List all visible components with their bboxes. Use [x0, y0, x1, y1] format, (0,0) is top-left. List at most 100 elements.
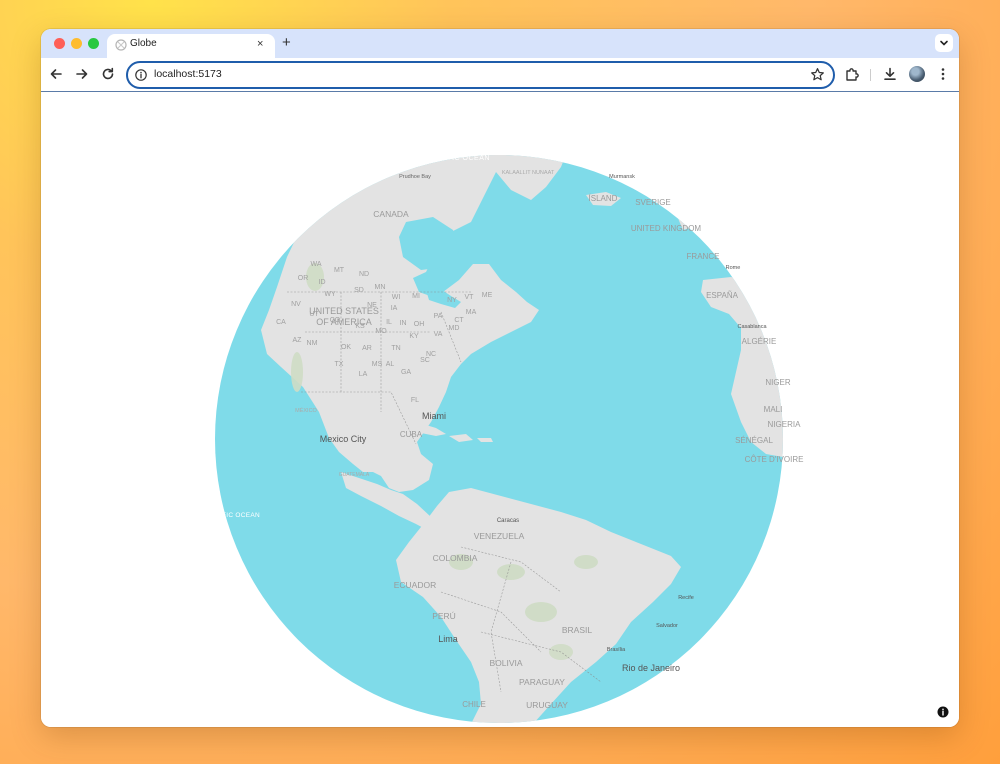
state-label-id: ID	[319, 279, 326, 286]
label-espana: ESPAÑA	[706, 291, 739, 300]
state-label-pa: PA	[434, 313, 443, 320]
close-window-button[interactable]	[54, 38, 65, 49]
state-label-wi: WI	[392, 294, 401, 301]
state-label-or: OR	[298, 275, 309, 282]
state-label-nv: NV	[291, 301, 301, 308]
label-caracas: Caracas	[497, 518, 519, 524]
reload-icon[interactable]	[100, 66, 116, 82]
label-colombia: COLOMBIA	[433, 553, 478, 563]
state-label-nm: NM	[307, 340, 318, 347]
state-label-wy: WY	[324, 291, 336, 298]
state-label-il: IL	[386, 319, 392, 326]
label-chile: CHILE	[462, 700, 486, 709]
state-label-oh: OH	[414, 321, 425, 328]
state-label-tn: TN	[391, 345, 400, 352]
state-label-ok: OK	[341, 344, 351, 351]
label-peru: PERÚ	[432, 611, 456, 621]
state-label-wa: WA	[310, 261, 321, 268]
state-label-md: MD	[449, 325, 460, 332]
label-recife: Recife	[678, 595, 694, 601]
label-cuba: CUBA	[400, 430, 423, 439]
back-arrow-icon[interactable]	[48, 66, 64, 82]
state-label-mn: MN	[375, 284, 386, 291]
globe-map[interactable]: IC OCEAN Prudhoe Bay KALAALLIT NUNAAT Mu…	[41, 92, 959, 727]
state-label-sc: SC	[420, 357, 430, 364]
state-label-ne: NE	[367, 302, 377, 309]
label-brasilia: Brasília	[607, 647, 626, 653]
state-label-al: AL	[386, 361, 395, 368]
label-kalaallit-nunaat: KALAALLIT NUNAAT	[502, 170, 555, 176]
maximize-window-button[interactable]	[88, 38, 99, 49]
label-guatemala: GUATEMALA	[339, 472, 370, 478]
bookmark-star-icon[interactable]	[810, 67, 825, 82]
address-bar[interactable]: localhost:5173	[126, 61, 835, 89]
label-pacific-ocean: FIC OCEAN	[222, 512, 260, 519]
download-icon[interactable]	[882, 66, 898, 82]
toolbar: localhost:5173	[41, 58, 959, 92]
url-text[interactable]: localhost:5173	[154, 68, 222, 80]
state-label-tx: TX	[335, 361, 344, 368]
label-mexico: MÉXICO	[295, 407, 317, 414]
browser-window: Globe × + localhost:5173 IC OCEAN Prudho…	[41, 29, 959, 727]
state-label-vt: VT	[465, 294, 475, 301]
state-label-ms: MS	[372, 361, 383, 368]
tab-search-button[interactable]	[935, 34, 953, 52]
state-label-me: ME	[482, 292, 493, 299]
label-canada: CANADA	[373, 209, 409, 219]
label-cote-divoire: CÔTE D'IVOIRE	[745, 455, 804, 464]
state-label-la: LA	[359, 371, 368, 378]
extensions-puzzle-icon[interactable]	[844, 66, 860, 82]
state-label-mi: MI	[412, 293, 420, 300]
forward-arrow-icon[interactable]	[74, 66, 90, 82]
label-nigeria: NIGERIA	[768, 420, 802, 429]
label-lima: Lima	[438, 634, 458, 644]
site-info-icon[interactable]	[134, 68, 148, 82]
state-label-in: IN	[400, 320, 407, 327]
label-mexico-city: Mexico City	[320, 434, 367, 444]
label-salvador: Salvador	[656, 623, 678, 629]
state-label-ky: KY	[409, 333, 419, 340]
state-label-fl: FL	[411, 397, 419, 404]
toolbar-divider	[870, 69, 871, 81]
state-label-ia: IA	[391, 305, 398, 312]
label-island: ÍSLAND	[589, 194, 618, 203]
label-casablanca: Casablanca	[737, 324, 767, 330]
label-brasil: BRASIL	[562, 625, 593, 635]
state-label-ct: CT	[454, 317, 464, 324]
more-menu-icon[interactable]	[935, 66, 951, 82]
label-france: FRANCE	[687, 252, 720, 261]
tab-title: Globe	[130, 38, 157, 49]
label-bolivia: BOLIVIA	[489, 658, 522, 668]
label-algerie: ALGÉRIE	[742, 337, 777, 346]
chevron-down-icon	[940, 40, 948, 46]
tab-bar: Globe × +	[41, 29, 959, 62]
state-label-mo: MO	[375, 328, 387, 335]
label-sverige: SVERIGE	[635, 198, 671, 207]
attribution-info-icon[interactable]	[937, 706, 949, 718]
state-label-ga: GA	[401, 369, 411, 376]
label-mali: MALI	[764, 405, 783, 414]
state-label-az: AZ	[293, 337, 303, 344]
label-ecuador: ECUADOR	[394, 580, 437, 590]
state-label-ar: AR	[362, 345, 372, 352]
profile-avatar[interactable]	[909, 66, 925, 82]
tab-close-icon[interactable]: ×	[257, 37, 263, 51]
label-paraguay: PARAGUAY	[519, 677, 565, 687]
new-tab-button[interactable]: +	[282, 34, 291, 52]
label-niger: NIGER	[765, 378, 791, 387]
state-label-co: CO	[330, 317, 341, 324]
minimize-window-button[interactable]	[71, 38, 82, 49]
label-united-kingdom: UNITED KINGDOM	[631, 224, 702, 233]
label-senegal: SÉNÉGAL	[735, 436, 773, 445]
state-label-va: VA	[434, 331, 443, 338]
state-label-ut: UT	[309, 311, 319, 318]
page-content: IC OCEAN Prudhoe Bay KALAALLIT NUNAAT Mu…	[41, 92, 959, 727]
state-label-ma: MA	[466, 309, 477, 316]
label-venezuela: VENEZUELA	[474, 531, 525, 541]
state-label-ks: KS	[355, 323, 365, 330]
state-label-ca: CA	[276, 319, 286, 326]
label-miami: Miami	[422, 411, 446, 421]
label-arctic-ocean: IC OCEAN	[452, 155, 490, 162]
label-rome: Rome	[726, 265, 741, 271]
label-rio-de-janeiro: Rio de Janeiro	[622, 663, 680, 673]
